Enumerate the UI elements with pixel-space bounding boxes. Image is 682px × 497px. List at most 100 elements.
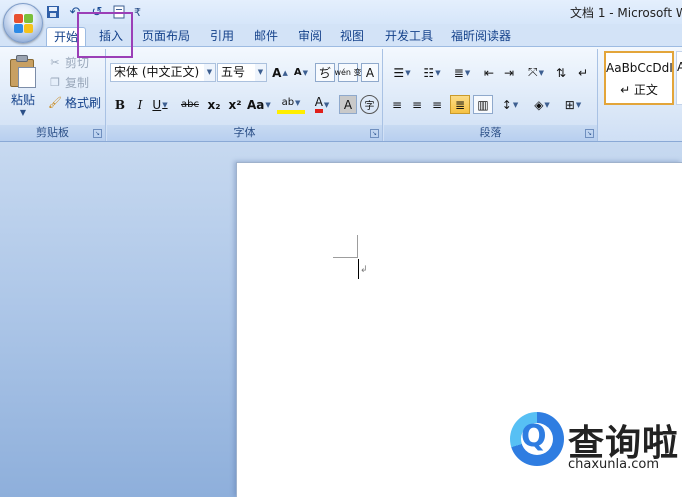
style-normal-sample: AaBbCcDdI <box>606 61 672 75</box>
line-spacing-icon: ↕ <box>501 97 512 112</box>
grow-font-icon: A <box>272 65 282 80</box>
increase-indent-icon: ⇥ <box>503 65 515 80</box>
text-cursor <box>358 259 359 279</box>
brush-icon: 🖌 <box>48 95 62 109</box>
clipboard-launcher-icon[interactable]: ↘ <box>93 129 102 138</box>
subscript-icon: x₂ <box>207 97 221 112</box>
paragraph-mark-icon: ↲ <box>360 265 368 275</box>
paste-icon <box>8 55 38 89</box>
highlight-button[interactable]: ab ▼ <box>277 95 305 114</box>
multilevel-list-icon: ≣ <box>453 65 464 80</box>
strikethrough-button[interactable]: abc <box>181 95 199 114</box>
paste-dropdown-icon: ▼ <box>19 108 27 117</box>
tab-developer[interactable]: 开发工具 <box>380 27 438 46</box>
font-name-combo[interactable]: 宋体 (中文正文) ▼ <box>110 63 216 82</box>
phonetic-guide-button[interactable]: wén 变 <box>334 63 362 82</box>
watermark-url: chaxunla.com <box>568 457 659 472</box>
style-next-sample: A <box>677 60 682 74</box>
tab-review[interactable]: 审阅 <box>292 27 328 46</box>
character-shading-icon: A <box>343 97 353 112</box>
chevron-down-icon: ▼ <box>255 64 266 81</box>
office-logo-icon <box>13 13 35 35</box>
tab-page-layout[interactable]: 页面布局 <box>138 27 194 46</box>
tab-view[interactable]: 视图 <box>334 27 370 46</box>
increase-indent-button[interactable]: ⇥ <box>500 63 518 82</box>
decrease-indent-button[interactable]: ⇤ <box>480 63 498 82</box>
sort-button[interactable]: ⇅ <box>552 63 570 82</box>
paste-button[interactable]: 粘贴 ▼ <box>4 53 42 119</box>
font-size-combo[interactable]: 五号 ▼ <box>217 63 267 82</box>
chevron-down-icon: ▼ <box>204 64 215 81</box>
justify-button[interactable]: ≣ <box>450 95 470 114</box>
bullets-button[interactable]: ☰ ▼ <box>388 63 416 82</box>
multilevel-list-button[interactable]: ≣ ▼ <box>448 63 476 82</box>
save-button[interactable] <box>44 3 62 21</box>
group-clipboard: 粘贴 ▼ ✂ 剪切 ❐ 复制 🖌 格式刷 剪贴板 ↘ <box>0 49 106 141</box>
underline-button[interactable]: U ▼ <box>151 95 169 114</box>
clear-formatting-button[interactable]: ぢ <box>315 63 335 82</box>
align-center-button[interactable]: ≡ <box>408 95 426 114</box>
font-name-value: 宋体 (中文正文) <box>114 65 200 79</box>
font-color-icon: A <box>314 96 323 113</box>
format-painter-button[interactable]: 🖌 格式刷 <box>48 93 101 111</box>
paragraph-mark-icon: ↵ <box>577 65 589 80</box>
decrease-indent-icon: ⇤ <box>483 65 495 80</box>
customize-qat-icon[interactable]: ₹ <box>134 6 141 19</box>
enclose-characters-button[interactable]: 字 <box>360 95 379 114</box>
align-left-icon: ≡ <box>391 97 403 112</box>
font-launcher-icon[interactable]: ↘ <box>370 129 379 138</box>
align-left-button[interactable]: ≡ <box>388 95 406 114</box>
character-border-button[interactable]: A <box>361 63 379 82</box>
subscript-button[interactable]: x₂ <box>205 95 223 114</box>
character-shading-button[interactable]: A <box>339 95 357 114</box>
borders-button[interactable]: ⊞ ▼ <box>558 95 588 114</box>
tab-references[interactable]: 引用 <box>204 27 240 46</box>
shading-button[interactable]: ◈ ▼ <box>528 95 556 114</box>
superscript-icon: x² <box>228 97 242 112</box>
change-case-button[interactable]: Aa ▼ <box>247 95 271 114</box>
chinese-layout-button[interactable]: ⤧ ▼ <box>522 63 550 82</box>
highlighter-icon: ab <box>281 97 295 108</box>
bold-icon: B <box>114 97 126 112</box>
paint-bucket-icon: ◈ <box>534 97 544 112</box>
copy-icon: ❐ <box>50 75 60 89</box>
group-label-clipboard: 剪贴板 <box>0 125 105 141</box>
line-spacing-button[interactable]: ↕ ▼ <box>496 95 524 114</box>
align-right-button[interactable]: ≡ <box>428 95 446 114</box>
italic-button[interactable]: I <box>131 95 149 114</box>
distributed-icon: ▥ <box>477 97 489 112</box>
style-normal[interactable]: AaBbCcDdI ↵ 正文 <box>604 51 674 105</box>
borders-icon: ⊞ <box>564 97 575 112</box>
office-button[interactable] <box>3 3 43 43</box>
margin-corner-mark-vertical <box>357 235 358 258</box>
numbering-button[interactable]: ☷ ▼ <box>418 63 446 82</box>
tab-mailings[interactable]: 邮件 <box>248 27 284 46</box>
bold-button[interactable]: B <box>111 95 129 114</box>
shrink-font-icon: A <box>293 67 302 78</box>
font-color-button[interactable]: A ▼ <box>309 95 335 114</box>
change-case-icon: Aa <box>247 97 265 112</box>
tab-foxit-reader[interactable]: 福昕阅读器 <box>446 27 516 46</box>
paragraph-launcher-icon[interactable]: ↘ <box>585 129 594 138</box>
format-painter-label: 格式刷 <box>65 95 102 110</box>
group-label-font: 字体 <box>107 125 382 141</box>
ribbon: 粘贴 ▼ ✂ 剪切 ❐ 复制 🖌 格式刷 剪贴板 ↘ 宋体 (中文正文) ▼ 五… <box>0 46 682 142</box>
superscript-button[interactable]: x² <box>226 95 244 114</box>
copy-label: 复制 <box>65 75 90 90</box>
numbering-icon: ☷ <box>423 65 435 80</box>
show-marks-button[interactable]: ↵ <box>574 63 592 82</box>
sort-icon: ⇅ <box>555 65 567 80</box>
style-normal-label: ↵ 正文 <box>620 83 658 97</box>
style-next[interactable]: A <box>676 51 682 105</box>
group-label-paragraph: 段落 <box>384 125 597 141</box>
margin-corner-mark-horizontal <box>333 257 357 258</box>
grow-font-button[interactable]: A ▲ <box>271 63 289 82</box>
copy-button[interactable]: ❐ 复制 <box>48 73 89 91</box>
shrink-font-button[interactable]: A ▼ <box>292 63 310 82</box>
justify-icon: ≣ <box>454 97 466 112</box>
paste-label: 粘贴 <box>10 93 35 107</box>
scissors-icon: ✂ <box>50 55 60 69</box>
save-icon <box>47 6 59 18</box>
distributed-button[interactable]: ▥ <box>473 95 493 114</box>
group-font: 宋体 (中文正文) ▼ 五号 ▼ A ▲ A ▼ ぢ wén 变 A B I U ▼ … <box>107 49 383 141</box>
